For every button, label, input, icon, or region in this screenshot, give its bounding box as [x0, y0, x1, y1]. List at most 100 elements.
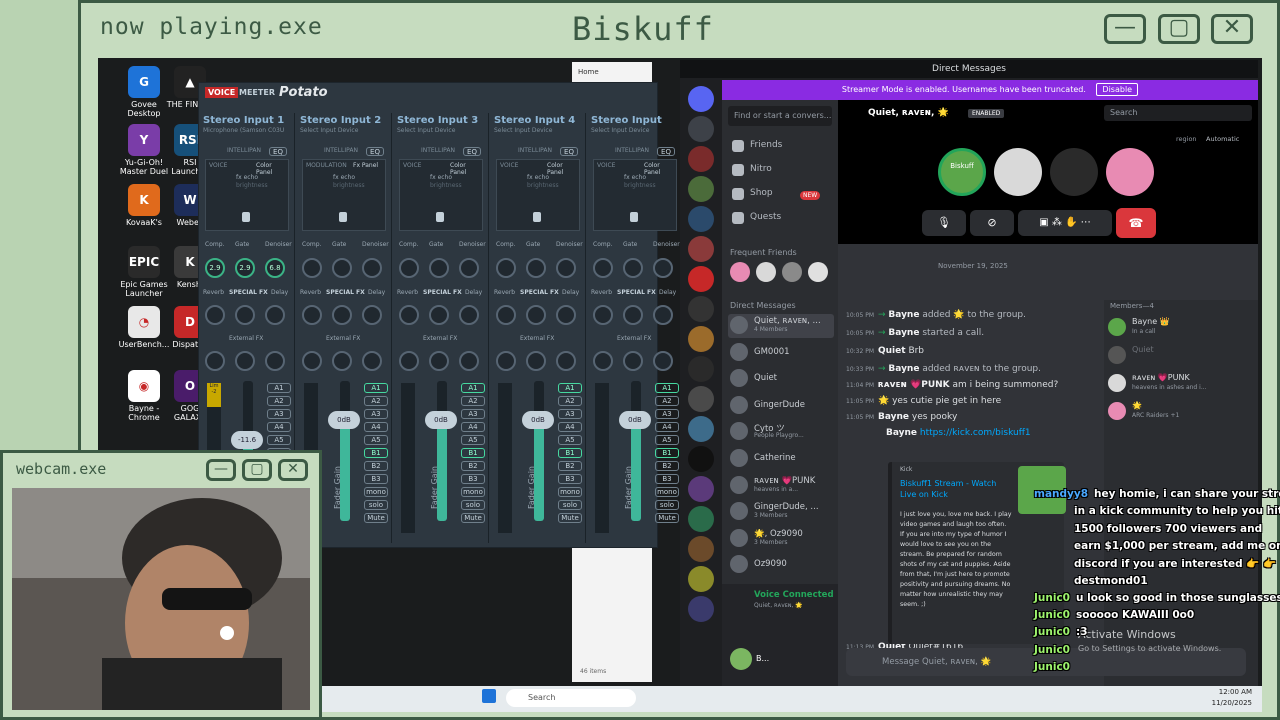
eq-button[interactable]: EQ: [560, 147, 578, 156]
knob[interactable]: [593, 258, 613, 278]
bus-button-b3[interactable]: B3: [364, 474, 388, 484]
pad-handle[interactable]: [339, 212, 347, 222]
bus-button-a1[interactable]: A1: [461, 383, 485, 393]
bus-button-a2[interactable]: A2: [364, 396, 388, 406]
send-knob[interactable]: [593, 351, 613, 371]
fx-knob[interactable]: [593, 305, 613, 325]
intellipan-pad[interactable]: VOICE Color Panel fx echo brightness: [593, 159, 677, 231]
user-avatar[interactable]: [730, 648, 752, 670]
intellipan-pad[interactable]: VOICE Color Panel fx echo brightness: [205, 159, 289, 231]
knob[interactable]: [496, 258, 516, 278]
bus-button-solo[interactable]: solo: [364, 500, 388, 510]
bus-button-a5[interactable]: A5: [461, 435, 485, 445]
bus-button-a3[interactable]: A3: [655, 409, 679, 419]
desktop-icon[interactable]: K KovaaK's: [118, 184, 170, 227]
dm-item[interactable]: 🌟, Oz9090 3 Members: [728, 527, 834, 551]
bus-button-mono[interactable]: mono: [558, 487, 582, 497]
fader-gain-value[interactable]: -11.6: [231, 431, 263, 449]
knob[interactable]: 2.9: [205, 258, 225, 278]
bus-button-a5[interactable]: A5: [558, 435, 582, 445]
member-item[interactable]: Bayne 👑 In a call: [1108, 316, 1254, 340]
server-icon[interactable]: [688, 266, 714, 292]
intellipan-pad[interactable]: VOICE Color Panel fx echo brightness: [496, 159, 580, 231]
bus-button-a5[interactable]: A5: [267, 435, 291, 445]
limiter[interactable]: Lim -2: [207, 383, 221, 407]
bus-button-a2[interactable]: A2: [267, 396, 291, 406]
desktop-icon[interactable]: ◔ UserBench...: [118, 306, 170, 349]
bus-button-mute[interactable]: Mute: [558, 513, 582, 523]
webcam-maximize-button[interactable]: ▢: [242, 459, 272, 481]
fx-knob[interactable]: [205, 305, 225, 325]
nav-shop[interactable]: Shop: [750, 188, 773, 198]
fx-knob[interactable]: [399, 305, 419, 325]
dm-item[interactable]: GingerDude, ... 3 Members: [728, 500, 834, 524]
pad-handle[interactable]: [242, 212, 250, 222]
fx-knob[interactable]: [362, 305, 382, 325]
eq-button[interactable]: EQ: [657, 147, 675, 156]
bus-button-b3[interactable]: B3: [558, 474, 582, 484]
call-avatar-2[interactable]: [994, 148, 1042, 196]
bus-button-a2[interactable]: A2: [461, 396, 485, 406]
bus-button-a3[interactable]: A3: [461, 409, 485, 419]
desktop-icon[interactable]: EPIC Epic Games Launcher: [118, 246, 170, 298]
call-actions-icons[interactable]: ▣ ⁂ ✋ ⋯: [1018, 210, 1112, 236]
send-knob[interactable]: [205, 351, 225, 371]
server-icon[interactable]: [688, 146, 714, 172]
message-author[interactable]: Bayne: [888, 310, 919, 320]
fader-gain-value[interactable]: 0dB: [619, 411, 651, 429]
message-author[interactable]: ʀᴀᴠᴇɴ 💗PUNK: [878, 380, 950, 390]
dm-item[interactable]: Catherine: [728, 447, 834, 471]
knob[interactable]: [653, 258, 673, 278]
intellipan-pad[interactable]: VOICE Color Panel fx echo brightness: [399, 159, 483, 231]
send-knob[interactable]: [265, 351, 285, 371]
bus-button-b1[interactable]: B1: [364, 448, 388, 458]
close-button[interactable]: ✕: [1211, 14, 1253, 44]
send-knob[interactable]: [459, 351, 479, 371]
disable-button[interactable]: Disable: [1096, 83, 1139, 96]
server-icon[interactable]: [688, 206, 714, 232]
bus-button-b2[interactable]: B2: [364, 461, 388, 471]
bus-button-a2[interactable]: A2: [655, 396, 679, 406]
dm-item[interactable]: Quiet, ʀᴀᴠᴇɴ, ... 4 Members: [728, 314, 834, 338]
server-icon[interactable]: [688, 566, 714, 592]
bus-button-a1[interactable]: A1: [364, 383, 388, 393]
knob[interactable]: [332, 258, 352, 278]
fader-gain-value[interactable]: 0dB: [328, 411, 360, 429]
bus-button-a2[interactable]: A2: [558, 396, 582, 406]
bus-button-mono[interactable]: mono: [655, 487, 679, 497]
frequent-friend-avatar[interactable]: [808, 262, 828, 282]
knob[interactable]: [399, 258, 419, 278]
server-icon[interactable]: [688, 506, 714, 532]
camera-off-icon[interactable]: ⊘: [970, 210, 1014, 236]
bus-button-a3[interactable]: A3: [364, 409, 388, 419]
bus-button-a4[interactable]: A4: [558, 422, 582, 432]
minimize-button[interactable]: —: [1104, 14, 1146, 44]
fx-knob[interactable]: [302, 305, 322, 325]
server-icon[interactable]: [688, 86, 714, 112]
nav-friends[interactable]: Friends: [750, 140, 782, 150]
find-conversation-input[interactable]: Find or start a convers...: [728, 106, 832, 126]
nav-nitro[interactable]: Nitro: [750, 164, 772, 174]
pad-handle[interactable]: [436, 212, 444, 222]
fx-knob[interactable]: [459, 305, 479, 325]
frequent-friend-avatar[interactable]: [730, 262, 750, 282]
knob[interactable]: [429, 258, 449, 278]
eq-button[interactable]: EQ: [269, 147, 287, 156]
knob[interactable]: [556, 258, 576, 278]
member-item[interactable]: 🌟 ARC Raiders +1: [1108, 400, 1254, 424]
fader-gain-value[interactable]: 0dB: [425, 411, 457, 429]
knob[interactable]: [362, 258, 382, 278]
knob[interactable]: 2.9: [235, 258, 255, 278]
bus-button-a4[interactable]: A4: [267, 422, 291, 432]
bus-button-b2[interactable]: B2: [558, 461, 582, 471]
bus-button-b3[interactable]: B3: [655, 474, 679, 484]
server-icon[interactable]: [688, 326, 714, 352]
dm-item[interactable]: Oz9090: [728, 553, 834, 577]
server-icon[interactable]: [688, 446, 714, 472]
call-avatar-4[interactable]: [1106, 148, 1154, 196]
fx-knob[interactable]: [429, 305, 449, 325]
frequent-friend-avatar[interactable]: [756, 262, 776, 282]
send-knob[interactable]: [429, 351, 449, 371]
member-item[interactable]: Quiet: [1108, 344, 1254, 368]
fx-knob[interactable]: [265, 305, 285, 325]
